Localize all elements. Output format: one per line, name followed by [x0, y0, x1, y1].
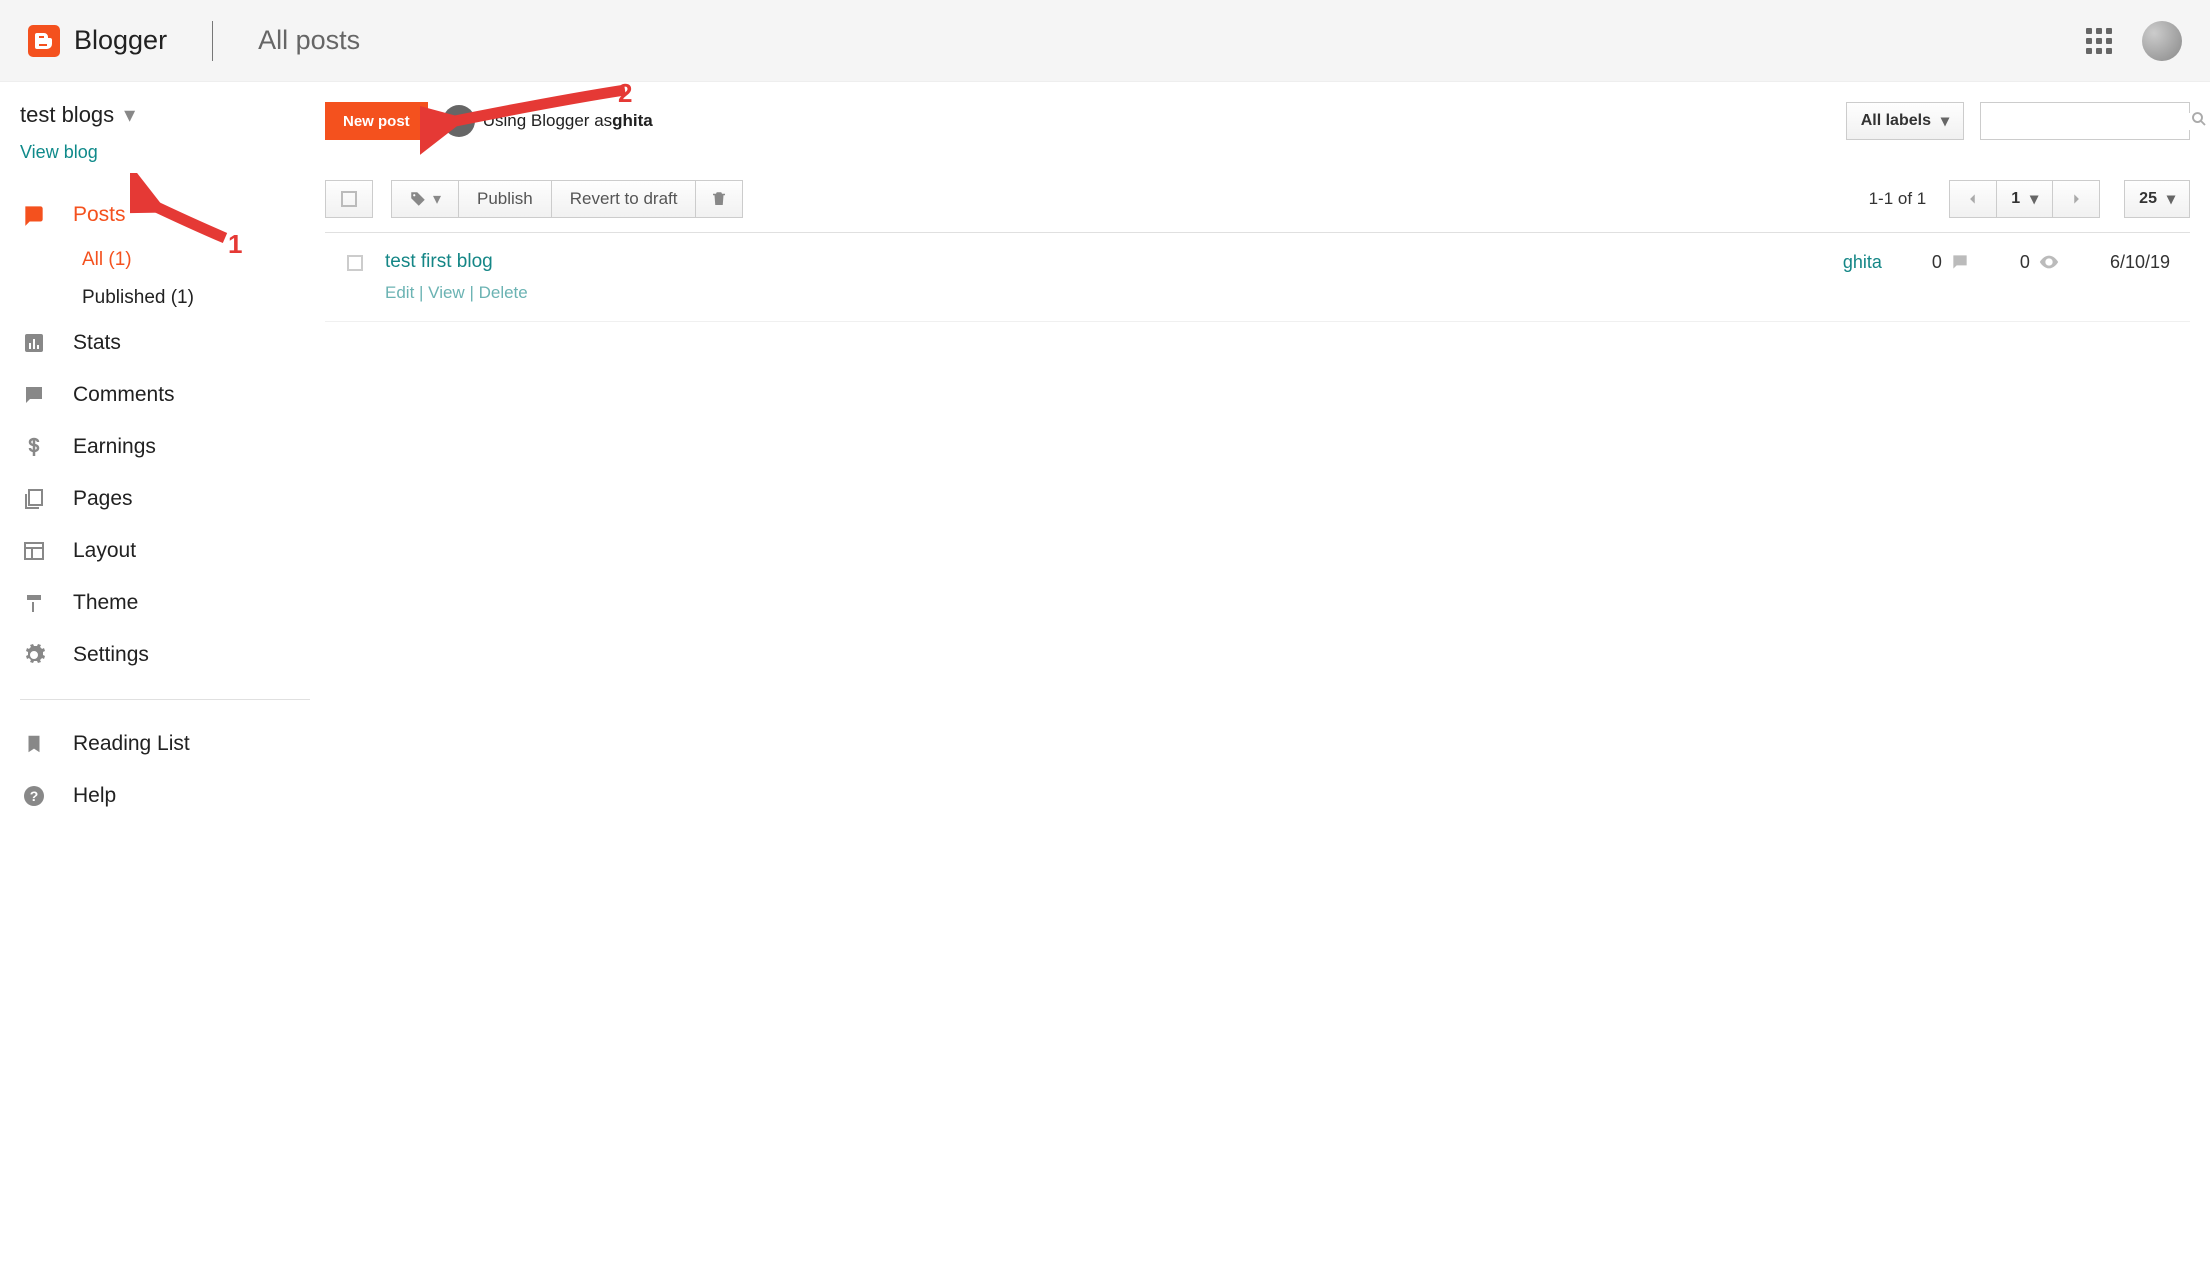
top-bar: Blogger All posts: [0, 0, 2210, 82]
nav-label: Theme: [73, 591, 138, 615]
select-all-checkbox[interactable]: [325, 180, 373, 218]
search-icon: [2190, 110, 2208, 133]
blog-selector[interactable]: test blogs ▾: [20, 102, 310, 128]
revert-to-draft-button[interactable]: Revert to draft: [551, 180, 697, 218]
nav-layout[interactable]: Layout: [20, 525, 310, 577]
nav-stats[interactable]: Stats: [20, 317, 310, 369]
page-title: All posts: [258, 25, 360, 56]
nav-help[interactable]: ? Help: [20, 770, 310, 822]
posts-toolbar: ▾ Publish Revert to draft 1-1 of 1 1▾ 25…: [325, 180, 2190, 233]
post-date: 6/10/19: [2110, 252, 2170, 273]
post-checkbox[interactable]: [347, 255, 363, 271]
prev-page-button[interactable]: [1949, 180, 1997, 218]
nav-label: Pages: [73, 487, 133, 511]
using-blogger-text: Using Blogger as: [483, 111, 612, 131]
apps-grid-icon[interactable]: [2086, 28, 2112, 54]
search-input[interactable]: [1991, 113, 2190, 130]
subnav-published[interactable]: Published (1): [82, 279, 310, 317]
nav-earnings[interactable]: Earnings: [20, 421, 310, 473]
layout-icon: [20, 537, 48, 565]
eye-icon: [2038, 251, 2060, 273]
all-labels-dropdown[interactable]: All labels ▾: [1846, 102, 1964, 140]
trash-icon: [710, 190, 728, 208]
pages-icon: [20, 485, 48, 513]
nav-label: Layout: [73, 539, 136, 563]
header-separator: [212, 21, 213, 61]
posts-icon: [20, 201, 48, 229]
nav-label: Settings: [73, 643, 149, 667]
view-blog-link[interactable]: View blog: [20, 142, 310, 163]
post-actions: Edit | View | Delete: [385, 283, 528, 303]
pagination-range: 1-1 of 1: [1869, 189, 1927, 209]
page-number-dropdown[interactable]: 1▾: [1996, 180, 2053, 218]
caret-down-icon: ▾: [124, 102, 135, 128]
next-page-button[interactable]: [2052, 180, 2100, 218]
settings-icon: [20, 641, 48, 669]
caret-down-icon: ▾: [2167, 189, 2175, 209]
nav-label: Stats: [73, 331, 121, 355]
earnings-icon: [20, 433, 48, 461]
all-labels-text: All labels: [1861, 112, 1931, 130]
subnav-all[interactable]: All (1): [82, 241, 310, 279]
comment-icon: [1950, 252, 1970, 272]
svg-text:?: ?: [30, 788, 39, 804]
caret-down-icon: ▾: [2030, 189, 2038, 209]
caret-down-icon: ▾: [433, 189, 441, 209]
main-content: New post Using Blogger as ghita All labe…: [310, 82, 2210, 842]
post-row: test first blog Edit | View | Delete ghi…: [325, 233, 2190, 322]
blogger-logo-icon[interactable]: [28, 25, 60, 57]
user-identity: Using Blogger as ghita: [443, 105, 653, 137]
comments-count: 0: [1932, 252, 1970, 273]
comments-icon: [20, 381, 48, 409]
label-dropdown-button[interactable]: ▾: [391, 180, 459, 218]
views-count: 0: [2020, 251, 2060, 273]
delete-link[interactable]: Delete: [479, 283, 528, 302]
per-page-value: 25: [2139, 190, 2157, 208]
nav-settings[interactable]: Settings: [20, 629, 310, 681]
nav-label: Reading List: [73, 732, 190, 756]
nav-theme[interactable]: Theme: [20, 577, 310, 629]
per-page-dropdown[interactable]: 25 ▾: [2124, 180, 2190, 218]
user-name: ghita: [612, 111, 653, 131]
nav-posts[interactable]: Posts: [20, 189, 310, 241]
nav-label: Posts: [73, 203, 126, 227]
account-avatar[interactable]: [2142, 21, 2182, 61]
blog-name: test blogs: [20, 102, 114, 128]
help-icon: ?: [20, 782, 48, 810]
nav-divider: [20, 699, 310, 700]
page-number: 1: [2011, 190, 2020, 208]
post-author-link[interactable]: ghita: [1843, 252, 1882, 273]
chevron-right-icon: [2069, 192, 2083, 206]
theme-icon: [20, 589, 48, 617]
user-avatar-icon[interactable]: [443, 105, 475, 137]
nav-reading-list[interactable]: Reading List: [20, 718, 310, 770]
post-title-link[interactable]: test first blog: [385, 251, 493, 272]
sidebar: test blogs ▾ View blog Posts All (1) Pub…: [0, 82, 310, 842]
stats-icon: [20, 329, 48, 357]
caret-down-icon: ▾: [1941, 111, 1949, 131]
nav-comments[interactable]: Comments: [20, 369, 310, 421]
edit-link[interactable]: Edit: [385, 283, 414, 302]
new-post-button[interactable]: New post: [325, 102, 428, 140]
nav-label: Comments: [73, 383, 175, 407]
chevron-left-icon: [1966, 192, 1980, 206]
nav-label: Earnings: [73, 435, 156, 459]
search-box[interactable]: [1980, 102, 2190, 140]
nav-pages[interactable]: Pages: [20, 473, 310, 525]
view-link[interactable]: View: [428, 283, 465, 302]
publish-button[interactable]: Publish: [458, 180, 552, 218]
nav-label: Help: [73, 784, 116, 808]
blogger-wordmark[interactable]: Blogger: [74, 25, 167, 56]
tag-icon: [409, 190, 427, 208]
delete-button[interactable]: [695, 180, 743, 218]
bookmark-icon: [20, 730, 48, 758]
